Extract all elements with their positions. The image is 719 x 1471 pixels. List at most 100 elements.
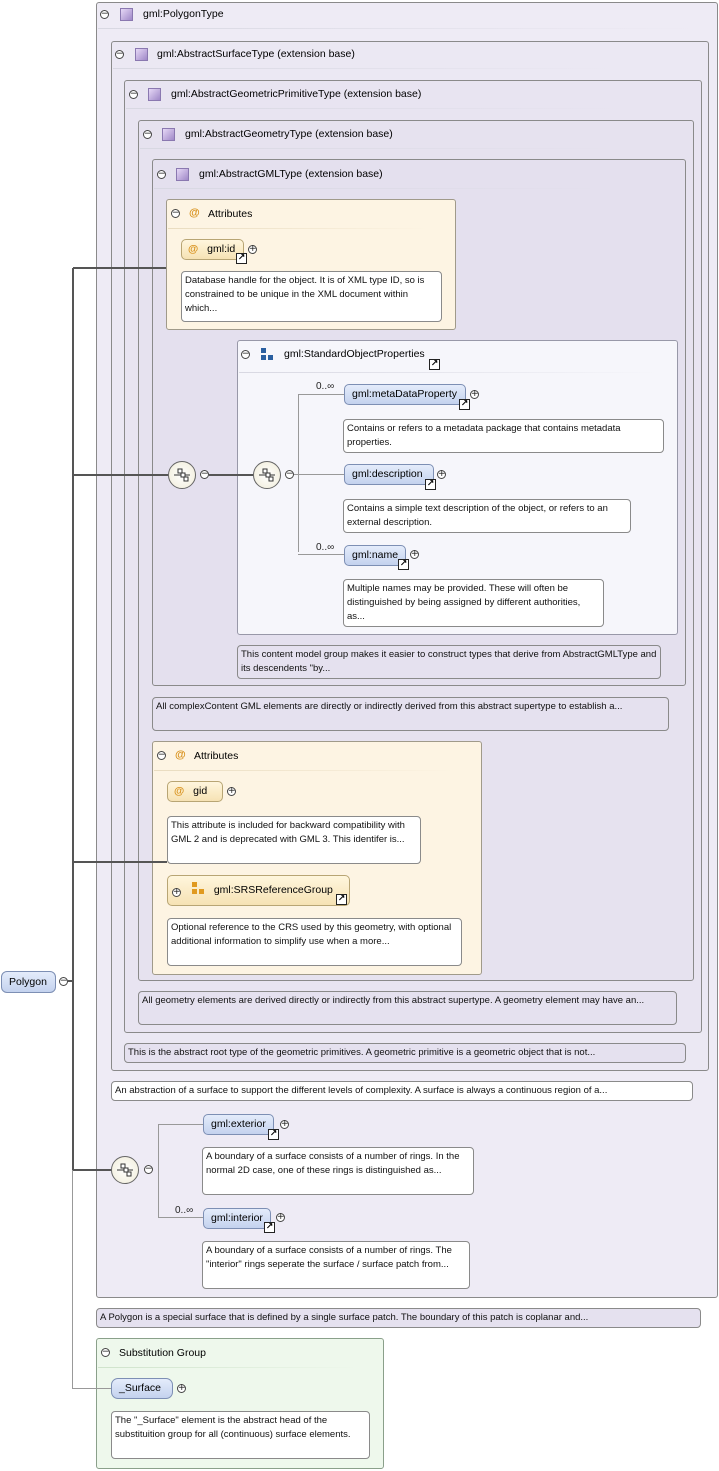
branch-line [158, 1217, 203, 1218]
collapse-icon[interactable]: − [100, 10, 109, 19]
complex-type-icon [148, 88, 161, 101]
group-icon [261, 348, 274, 361]
tree-line [73, 861, 167, 863]
expand-icon[interactable]: + [172, 888, 181, 897]
collapse-icon[interactable]: − [143, 130, 152, 139]
collapse-icon[interactable]: − [129, 90, 138, 99]
complex-type-icon [176, 168, 189, 181]
collapse-icon[interactable]: − [115, 50, 124, 59]
branch-line [158, 1124, 203, 1125]
exterior-element[interactable]: gml:exterior [203, 1114, 274, 1135]
tree-line [73, 267, 166, 269]
arrow-link-icon[interactable]: ↗ [398, 559, 409, 570]
gml-id-attribute[interactable]: @ gml:id [181, 239, 244, 260]
attributes-title: Attributes [194, 750, 239, 762]
sequence-compositor-icon[interactable] [168, 461, 196, 489]
expand-icon[interactable]: + [280, 1120, 289, 1129]
collapse-icon[interactable]: − [200, 470, 209, 479]
group-icon [191, 882, 205, 895]
sequence-compositor-icon[interactable] [253, 461, 281, 489]
arrow-link-icon[interactable]: ↗ [236, 253, 247, 264]
interior-doc: A boundary of a surface consists of a nu… [202, 1241, 470, 1289]
tree-line [209, 474, 253, 476]
title-divider [168, 228, 428, 229]
polygon-type-title: gml:PolygonType [143, 8, 224, 20]
standard-props-group-doc: This content model group makes it easier… [237, 645, 661, 679]
title-divider [98, 1367, 358, 1368]
attributes-title: Attributes [208, 208, 253, 220]
collapse-icon[interactable]: − [101, 1348, 110, 1357]
polygon-root-element[interactable]: Polygon [1, 971, 56, 993]
name-element[interactable]: gml:name [344, 545, 406, 566]
at-sign-icon: @ [174, 785, 185, 797]
srs-reference-label: gml:SRSReferenceGroup [213, 884, 333, 896]
geometry-type-title: gml:AbstractGeometryType (extension base… [185, 128, 393, 140]
title-divider [126, 108, 626, 109]
gml-type-doc: All complexContent GML elements are dire… [152, 697, 669, 731]
complex-type-icon [162, 128, 175, 141]
tree-line [73, 1388, 111, 1389]
complex-type-icon [120, 8, 133, 21]
surface-element[interactable]: _Surface [111, 1378, 173, 1399]
metadata-cardinality: 0..∞ [316, 381, 335, 392]
complex-type-icon [135, 48, 148, 61]
srs-reference-doc: Optional reference to the CRS used by th… [167, 918, 462, 966]
gml-id-doc: Database handle for the object. It is of… [181, 271, 442, 322]
branch-line [294, 474, 344, 475]
title-divider [154, 770, 454, 771]
arrow-link-icon[interactable]: ↗ [268, 1129, 279, 1140]
tree-line [73, 474, 168, 476]
srs-reference-group[interactable]: + gml:SRSReferenceGroup [167, 875, 350, 906]
sequence-compositor-icon[interactable] [111, 1156, 139, 1184]
collapse-icon[interactable]: − [285, 470, 294, 479]
interior-element[interactable]: gml:interior [203, 1208, 271, 1229]
arrow-link-icon[interactable]: ↗ [459, 399, 470, 410]
interior-cardinality: 0..∞ [175, 1205, 194, 1216]
branch-line [298, 394, 344, 395]
expand-icon[interactable]: + [177, 1384, 186, 1393]
expand-icon[interactable]: + [227, 787, 236, 796]
expand-icon[interactable]: + [276, 1213, 285, 1222]
tree-line [73, 1169, 113, 1171]
expand-icon[interactable]: + [437, 470, 446, 479]
title-divider [154, 188, 614, 189]
collapse-icon[interactable]: − [157, 170, 166, 179]
branch-line [298, 554, 344, 555]
tree-line [68, 980, 74, 982]
substitution-group-title: Substitution Group [119, 1347, 206, 1359]
collapse-icon[interactable]: − [59, 977, 68, 986]
collapse-icon[interactable]: − [144, 1165, 153, 1174]
arrow-link-icon[interactable]: ↗ [264, 1222, 275, 1233]
expand-icon[interactable]: + [248, 245, 257, 254]
surface-type-title: gml:AbstractSurfaceType (extension base) [157, 48, 355, 60]
collapse-icon[interactable]: − [241, 350, 250, 359]
gid-attribute[interactable]: @ gid [167, 781, 223, 802]
at-sign-icon: @ [189, 207, 200, 219]
metadata-property-doc: Contains or refers to a metadata package… [343, 419, 664, 453]
arrow-link-icon[interactable]: ↗ [336, 894, 347, 905]
title-divider [98, 28, 698, 29]
title-divider [113, 68, 613, 69]
description-element[interactable]: gml:description [344, 464, 434, 485]
expand-icon[interactable]: + [470, 390, 479, 399]
branch-line [158, 1124, 159, 1217]
gid-doc: This attribute is included for backward … [167, 816, 421, 864]
title-divider [239, 372, 659, 373]
name-cardinality: 0..∞ [316, 542, 335, 553]
tree-line [72, 1170, 73, 1389]
name-doc: Multiple names may be provided. These wi… [343, 579, 604, 627]
arrow-link-icon[interactable]: ↗ [425, 479, 436, 490]
primitive-type-title: gml:AbstractGeometricPrimitiveType (exte… [171, 88, 422, 100]
gml-id-label: gml:id [207, 243, 236, 255]
collapse-icon[interactable]: − [171, 209, 180, 218]
tree-line [72, 268, 74, 1170]
gml-type-title: gml:AbstractGMLType (extension base) [199, 168, 383, 180]
expand-icon[interactable]: + [410, 550, 419, 559]
metadata-property-element[interactable]: gml:metaDataProperty [344, 384, 466, 405]
at-sign-icon: @ [175, 749, 186, 761]
gid-label: gid [193, 785, 208, 797]
collapse-icon[interactable]: − [157, 751, 166, 760]
description-doc: Contains a simple text description of th… [343, 499, 631, 533]
exterior-doc: A boundary of a surface consists of a nu… [202, 1147, 474, 1195]
arrow-link-icon[interactable]: ↗ [429, 359, 440, 370]
